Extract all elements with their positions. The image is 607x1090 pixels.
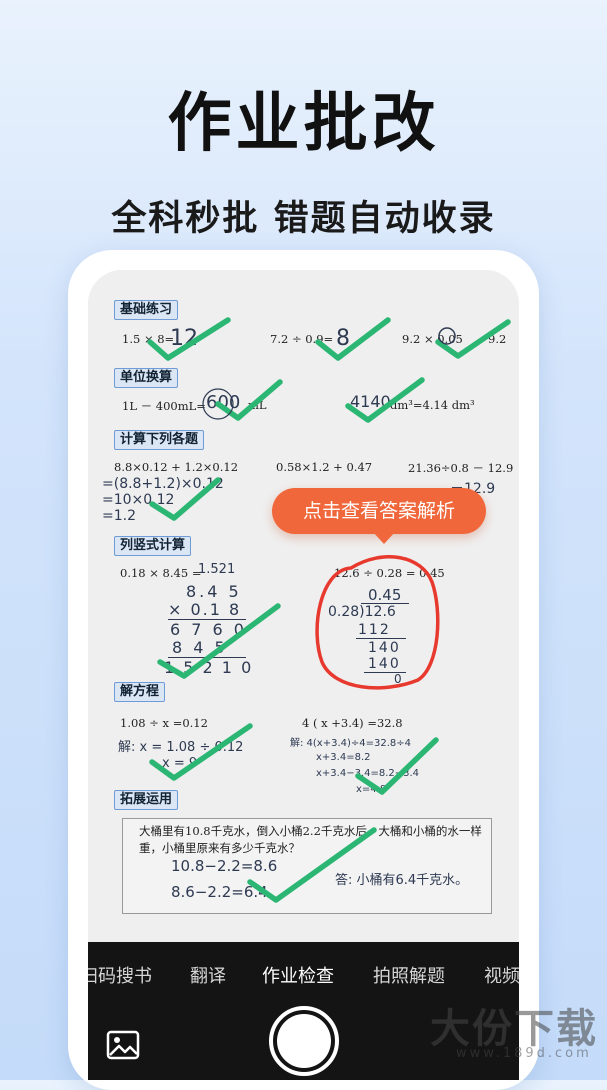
- question-5: dm³=4.14 dm³: [390, 398, 475, 412]
- word-problem-box: 大桶里有10.8千克水，倒入小桶2.2千克水后，大桶和小桶的水一样重，小桶里原来…: [122, 818, 492, 914]
- question-2: 7.2 ÷ 0.9=: [270, 332, 334, 346]
- vertical-line-2: × 0.1 8: [168, 600, 242, 619]
- work-6a: =(8.8+1.2)×0.12: [102, 476, 224, 492]
- answer-1: 12: [170, 326, 198, 351]
- work-12b: x+3.4=8.2: [316, 752, 371, 763]
- answer-4: 600: [206, 392, 241, 413]
- shutter-inner: [277, 1014, 331, 1068]
- answer-9: 1.521: [198, 562, 236, 577]
- word-problem-text: 大桶里有10.8千克水，倒入小桶2.2千克水后，大桶和小桶的水一样重，小桶里原来…: [139, 824, 482, 855]
- gallery-icon[interactable]: [106, 1030, 140, 1060]
- vertical-line-3: 6 7 6 0: [170, 620, 247, 639]
- mode-translate[interactable]: 翻译: [190, 962, 226, 988]
- work-13b: 8.6−2.2=6.4: [171, 883, 268, 901]
- question-9: 0.18 × 8.45 =: [120, 566, 202, 580]
- question-7: 0.58×1.2 + 0.47: [276, 460, 373, 474]
- work-13c: 答: 小桶有6.4千克水。: [335, 873, 469, 888]
- question-10: 12.6 ÷ 0.28 = 0.45: [334, 566, 445, 580]
- work-12d: x=4.8: [356, 784, 387, 795]
- tooltip-arrow: [373, 532, 395, 544]
- work-13a: 10.8−2.2=8.6: [171, 857, 278, 875]
- section-basic-practice: 基础练习: [114, 300, 179, 320]
- division-bar: [361, 603, 409, 604]
- answer-analysis-tooltip[interactable]: 点击查看答案解析: [272, 488, 486, 534]
- question-11: 1.08 ÷ x =0.12: [120, 716, 208, 730]
- page-title: 作业批改: [167, 87, 440, 161]
- section-applications: 拓展运用: [114, 790, 179, 810]
- division-line-3: 112: [358, 622, 391, 638]
- mode-photo-solve[interactable]: 拍照解题: [373, 962, 445, 988]
- work-6c: =1.2: [102, 508, 136, 524]
- section-unit-conversion: 单位换算: [114, 368, 179, 388]
- division-line-6: 0: [394, 672, 402, 686]
- mode-scan-book[interactable]: 扫码搜书: [88, 962, 152, 988]
- question-8: 21.36÷0.8 － 12.9: [408, 461, 514, 475]
- work-11a: 解: x = 1.08 ÷ 0.12: [118, 740, 244, 755]
- question-3-result: 9.2: [488, 332, 507, 346]
- vertical-line-4: 8 4 5: [172, 638, 228, 657]
- work-6b: =10×0.12: [102, 492, 175, 508]
- mode-video[interactable]: 视频: [484, 962, 519, 988]
- division-line-2: 0.28)12.6: [328, 604, 396, 620]
- work-12c: x+3.4−3.4=8.2−3.4: [316, 768, 420, 779]
- question-3: 9.2 × 0.05: [402, 332, 463, 346]
- section-vertical-calc: 列竖式计算: [114, 536, 192, 556]
- homework-paper: 基础练习 1.5 × 8= 12 7.2 ÷ 0.9= 8 9.2 × 0.05…: [88, 270, 519, 942]
- section-equations: 解方程: [114, 682, 166, 702]
- question-6: 8.8×0.12 + 1.2×0.12: [114, 460, 239, 474]
- vertical-line-1: 8.4 5: [186, 582, 242, 601]
- question-12: 4 ( x +3.4) =32.8: [302, 716, 403, 730]
- work-11b: x = 9: [162, 756, 198, 771]
- header: 作业批改 全科秒批 错题自动收录: [0, 72, 607, 241]
- question-4: 1L － 400mL=: [122, 399, 206, 413]
- answer-2: 8: [336, 326, 350, 351]
- page-subtitle: 全科秒批 错题自动收录: [111, 199, 496, 239]
- question-1: 1.5 × 8=: [122, 332, 175, 346]
- answer-5: 4140: [350, 392, 391, 411]
- question-4-unit: mL: [248, 398, 267, 412]
- division-line-1: 0.45: [368, 586, 402, 604]
- mode-homework-check[interactable]: 作业检查: [262, 962, 334, 988]
- section-calculate: 计算下列各题: [114, 430, 205, 450]
- shutter-button[interactable]: [269, 1006, 339, 1076]
- vertical-line-5: 1.5 2 1 0: [164, 658, 254, 677]
- division-rule-1: [356, 638, 406, 639]
- division-line-4: 140: [368, 640, 401, 656]
- division-line-5: 140: [368, 656, 401, 672]
- phone-screen: 基础练习 1.5 × 8= 12 7.2 ÷ 0.9= 8 9.2 × 0.05…: [88, 270, 519, 1080]
- work-12a: 解: 4(x+3.4)÷4=32.8÷4: [290, 738, 412, 749]
- watermark-url: www.189d.com: [456, 1046, 592, 1061]
